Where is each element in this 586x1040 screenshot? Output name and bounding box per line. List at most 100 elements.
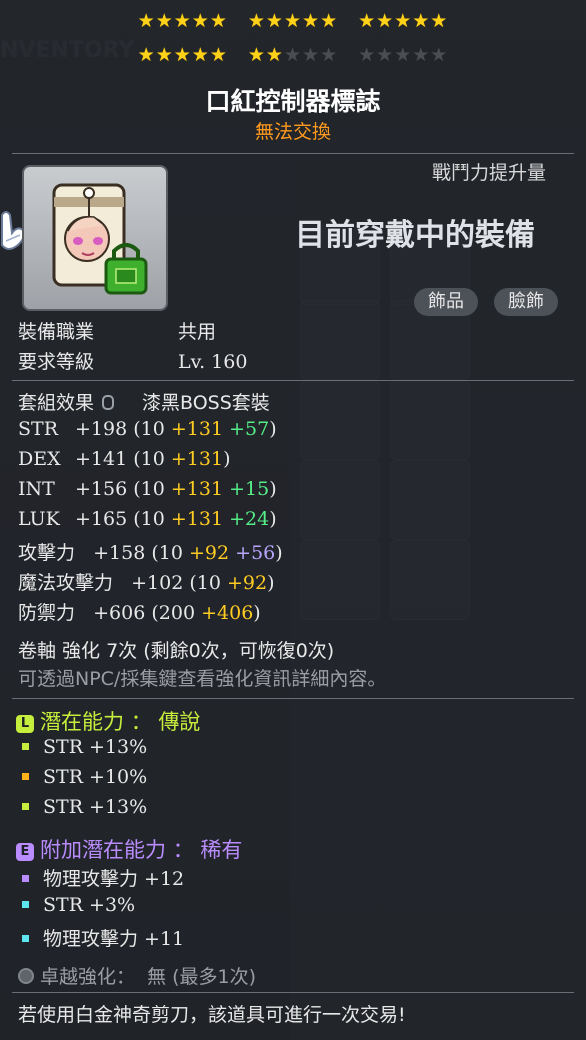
star-filled-icon: ★ <box>430 10 449 32</box>
stat-bonus-star: +131 <box>170 478 224 500</box>
attack-bonus-flame: +56 <box>235 542 276 564</box>
bullet-icon <box>22 743 29 750</box>
potential-line-text: STR +3% <box>43 894 136 916</box>
potential-line-text: STR +13% <box>43 796 148 818</box>
star-filled-icon: ★ <box>394 10 413 32</box>
star-empty-icon: ★ <box>358 44 377 66</box>
attack-label: 攻擊力 <box>18 542 76 564</box>
stat-name: INT <box>18 478 55 500</box>
set-effect-label: 套組效果 <box>18 392 95 414</box>
attack-row: 攻擊力 +158 (10 +92 +56) <box>18 538 283 565</box>
attack-close: ) <box>275 542 283 564</box>
potential-line: STR +13% <box>18 736 147 758</box>
required-level-value: Lv. 160 <box>178 351 248 373</box>
tag-accessory[interactable]: 飾品 <box>414 288 478 316</box>
divider <box>12 380 574 381</box>
stat-base: (10 <box>133 448 165 470</box>
star-filled-icon: ★ <box>155 10 174 32</box>
set-effect-row: 套組效果 漆黑BOSS套裝 <box>18 388 270 415</box>
stat-row: LUK +165 (10 +131 +24) <box>18 508 277 530</box>
stat-bonus-star: +131 <box>170 508 224 530</box>
star-filled-icon: ★ <box>137 44 156 66</box>
potential-line: STR +10% <box>18 766 147 788</box>
star-filled-icon: ★ <box>265 44 284 66</box>
star-empty-icon: ★ <box>412 44 431 66</box>
required-level-label: 要求等級 <box>18 351 95 373</box>
star-filled-icon: ★ <box>265 10 284 32</box>
potential-line: STR +13% <box>18 796 147 818</box>
star-group: ★★★★★ <box>248 44 338 66</box>
defense-total: +606 <box>93 602 146 624</box>
bullet-icon <box>22 901 29 908</box>
additional-potential-grade: 稀有 <box>200 838 243 862</box>
magic-attack-close: ) <box>267 572 275 594</box>
star-filled-icon: ★ <box>191 10 210 32</box>
magic-attack-total: +102 <box>131 572 184 594</box>
trade-status: 無法交換 <box>254 121 331 143</box>
required-job-label: 裝備職業 <box>18 321 95 343</box>
additional-potential-header: E 附加潛在能力 ： 稀有 <box>16 834 242 864</box>
star-force-row-2: ★★★★★ ★★★★★ ★★★★★ <box>0 44 586 66</box>
required-job-value: 共用 <box>178 321 217 343</box>
star-filled-icon: ★ <box>302 10 321 32</box>
stat-name: STR <box>18 418 58 440</box>
potential-sep: ： <box>130 710 152 734</box>
star-filled-icon: ★ <box>155 44 174 66</box>
stat-total: +165 <box>75 508 128 530</box>
legendary-badge-icon: L <box>16 715 34 733</box>
star-force-row-1: ★★★★★ ★★★★★ ★★★★★ <box>0 10 586 32</box>
potential-grade: 傳說 <box>158 710 201 734</box>
star-filled-icon: ★ <box>191 44 210 66</box>
defense-label: 防禦力 <box>18 602 76 624</box>
exceptional-enhance-row: 卓越強化： 無 (最多1次) <box>18 962 256 989</box>
item-icon-frame <box>22 165 168 311</box>
star-filled-icon: ★ <box>209 10 228 32</box>
item-name: 口紅控制器標誌 <box>205 87 381 116</box>
star-group: ★★★★★ <box>358 10 448 32</box>
divider <box>12 698 574 699</box>
lock-icon <box>102 395 115 410</box>
potential-line-text: STR +10% <box>43 766 148 788</box>
bullet-icon <box>22 773 29 780</box>
stat-base: (10 <box>133 508 165 530</box>
magic-attack-row: 魔法攻擊力 +102 (10 +92) <box>18 568 275 595</box>
divider <box>12 153 574 154</box>
stat-bonus-flame: +57 <box>229 418 270 440</box>
star-group: ★★★★★ <box>138 44 228 66</box>
stat-bonus-flame: +15 <box>229 478 270 500</box>
star-group: ★★★★★ <box>248 10 338 32</box>
defense-bonus: +406 <box>201 602 254 624</box>
stat-row: DEX +141 (10 +131) <box>18 448 230 470</box>
star-empty-icon: ★ <box>320 44 339 66</box>
bullet-icon <box>22 803 29 810</box>
star-filled-icon: ★ <box>247 10 266 32</box>
attack-base: (10 <box>151 542 183 564</box>
required-level-row: 要求等級 Lv. 160 <box>18 347 247 374</box>
potential-header: L 潛在能力 ： 傳說 <box>16 706 200 736</box>
stat-base: (10 <box>133 478 165 500</box>
stat-bonus-flame: +24 <box>229 508 270 530</box>
magic-attack-bonus: +92 <box>227 572 268 594</box>
stat-bonus-star: +131 <box>170 418 224 440</box>
combat-power-increase-label: 戰鬥力提升量 <box>432 162 547 184</box>
potential-line: STR +3% <box>18 894 135 916</box>
potential-line-text: 物理攻擊力 +11 <box>43 928 185 950</box>
stat-name: DEX <box>18 448 61 470</box>
star-filled-icon: ★ <box>358 10 377 32</box>
tag-face-accessory[interactable]: 臉飾 <box>494 288 558 316</box>
divider <box>12 992 574 993</box>
star-filled-icon: ★ <box>137 10 156 32</box>
potential-line: 物理攻擊力 +12 <box>18 864 184 891</box>
additional-potential-sep: ： <box>172 838 194 862</box>
currently-equipped-heading: 目前穿戴中的裝備 <box>295 218 535 253</box>
stat-bonus-star: +131 <box>170 448 224 470</box>
exceptional-label: 卓越強化： <box>40 966 136 988</box>
star-filled-icon: ★ <box>173 10 192 32</box>
defense-row: 防禦力 +606 (200 +406) <box>18 598 261 625</box>
star-empty-icon: ★ <box>394 44 413 66</box>
star-filled-icon: ★ <box>320 10 339 32</box>
lipstick-controller-emblem-icon <box>52 183 148 295</box>
stat-close: ) <box>223 448 231 470</box>
attack-bonus-star: +92 <box>189 542 230 564</box>
item-tooltip: ★★★★★ ★★★★★ ★★★★★ ★★★★★ ★★★★★ ★★★★★ 口紅控制器標誌 … <box>0 0 586 1040</box>
